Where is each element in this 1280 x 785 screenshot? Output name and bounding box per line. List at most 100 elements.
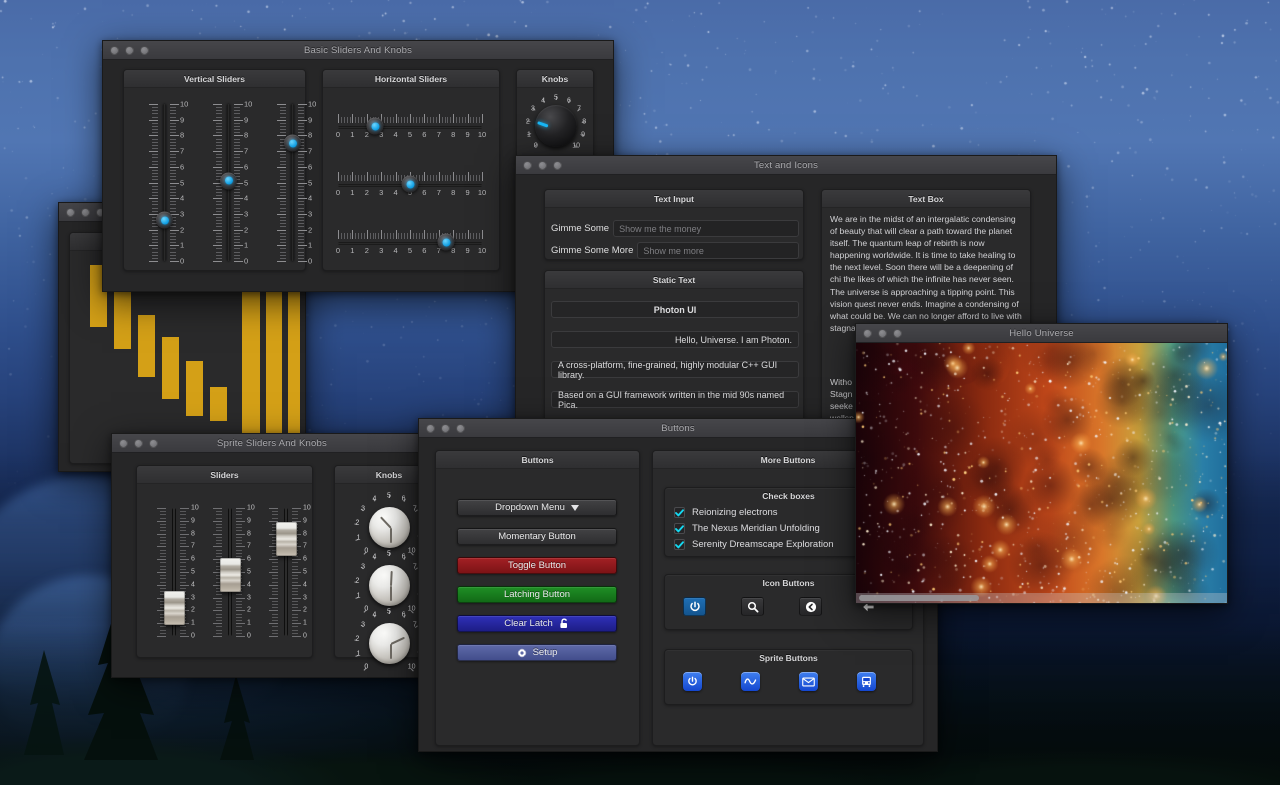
zoom-button[interactable]: [140, 46, 149, 55]
panel-title-vertical-sliders: Vertical Sliders: [124, 70, 305, 88]
minimize-button[interactable]: [538, 161, 547, 170]
check-box-row[interactable]: Serenity Dreamscape Exploration: [674, 539, 834, 550]
sprite-slider[interactable]: 10 9 8 7 6 5 4 3 2 1 0: [151, 505, 205, 640]
sprite-button-bus[interactable]: [857, 672, 876, 691]
static-text-line[interactable]: Hello, Universe. I am Photon.: [551, 331, 799, 348]
slider-tick: [152, 154, 158, 156]
static-text-line[interactable]: Based on a GUI framework written in the …: [551, 390, 799, 410]
titlebar-sprite-sliders[interactable]: Sprite Sliders And Knobs: [112, 434, 432, 453]
slider-tick: [180, 556, 186, 557]
sprite-knob[interactable]: 012345678910: [353, 609, 425, 677]
window-sprite-sliders[interactable]: Sprite Sliders And Knobs Sliders 10 9 8 7 6 5…: [111, 433, 433, 678]
slider-tick: [381, 230, 383, 239]
horizontal-slider[interactable]: 0 1 2 3 4 5 6 7 8 9 10: [336, 106, 486, 146]
horizontal-slider[interactable]: 0 1 2 3 4 5 6 7 8 9 10: [336, 164, 486, 204]
close-button[interactable]: [523, 161, 532, 170]
button-momentary-button[interactable]: Momentary Button: [457, 528, 617, 545]
window-controls[interactable]: [426, 424, 465, 433]
titlebar-text-and-icons[interactable]: Text and Icons: [516, 156, 1056, 175]
window-controls[interactable]: [863, 329, 902, 338]
slider-thumb[interactable]: [220, 172, 237, 190]
static-text-line[interactable]: A cross-platform, fine-grained, highly m…: [551, 360, 799, 380]
slider-thumb[interactable]: [437, 233, 455, 251]
knob-dial[interactable]: [535, 105, 577, 147]
slider-tick: [180, 533, 189, 535]
window-controls[interactable]: [110, 46, 149, 55]
zoom-button[interactable]: [553, 161, 562, 170]
horizontal-scrollbar-thumb[interactable]: [859, 595, 979, 601]
close-button[interactable]: [863, 329, 872, 338]
slider-thumb[interactable]: [284, 134, 301, 152]
button-clear-latch[interactable]: Clear Latch: [457, 615, 617, 632]
sprite-slider[interactable]: 10 9 8 7 6 5 4 3 2 1 0: [207, 504, 261, 640]
slider-track[interactable]: [338, 126, 482, 129]
slider-thumb[interactable]: [401, 175, 419, 193]
titlebar-basic-sliders[interactable]: Basic Sliders And Knobs: [103, 41, 613, 60]
check-box[interactable]: [674, 507, 685, 518]
knob[interactable]: 0 1 2 3 4 5 6 7 8 9 10: [524, 94, 588, 158]
slider-thumb[interactable]: [220, 557, 241, 592]
close-button[interactable]: [426, 424, 435, 433]
icon-button-left-circle[interactable]: [799, 597, 822, 616]
nebula-image: [856, 343, 1227, 603]
slider-tick: [216, 511, 222, 513]
check-box[interactable]: [674, 523, 685, 534]
sprite-button-mail[interactable]: [799, 672, 818, 691]
slider-tick: [298, 116, 304, 118]
titlebar-hello-universe[interactable]: Hello Universe: [856, 324, 1227, 343]
horizontal-scrollbar-track[interactable]: [856, 593, 1227, 603]
button-toggle-button[interactable]: Toggle Button: [457, 557, 617, 574]
zoom-button[interactable]: [149, 439, 158, 448]
slider-tick: [234, 173, 240, 175]
slider-tick: [415, 117, 417, 123]
slider-track[interactable]: [338, 242, 482, 245]
check-box-row[interactable]: Reionizing electrons: [674, 507, 778, 518]
slider-tick: [180, 636, 189, 637]
slider-tick: [386, 175, 388, 181]
slider-tick-label: 3: [180, 209, 185, 219]
vertical-slider[interactable]: 10 9 8 7 6 5 4 3 2 1 0: [202, 100, 256, 266]
minimize-button[interactable]: [134, 439, 143, 448]
slider-track[interactable]: [291, 104, 294, 261]
minimize-button[interactable]: [441, 424, 450, 433]
input-gimme-some[interactable]: Show me the money: [613, 220, 799, 237]
horizontal-slider[interactable]: 0 1 2 3 4 5 6 7 8 9 10: [336, 222, 486, 262]
text-box-content[interactable]: We are in the midst of an intergalatic c…: [822, 211, 1032, 334]
zoom-button[interactable]: [456, 424, 465, 433]
window-hello-universe[interactable]: Hello Universe: [855, 323, 1228, 604]
vertical-slider[interactable]: 10 9 8 7 6 5 4 3 2 1 0: [266, 100, 320, 266]
window-controls[interactable]: [119, 439, 158, 448]
close-button[interactable]: [119, 439, 128, 448]
slider-thumb[interactable]: [156, 211, 173, 229]
slider-thumb[interactable]: [276, 521, 297, 556]
slider-track[interactable]: [163, 104, 166, 261]
minimize-button[interactable]: [81, 208, 90, 217]
button-latching-button[interactable]: Latching Button: [457, 586, 617, 603]
zoom-button[interactable]: [893, 329, 902, 338]
knob-tick-label: 1: [356, 592, 361, 600]
vertical-slider[interactable]: 10 9 8 7 6 5 4 3 2 1 0: [138, 100, 192, 266]
sprite-slider[interactable]: 10 9 8 7 6 5 4 3 2 1 0: [263, 505, 317, 640]
sprite-button-wave[interactable]: [741, 672, 760, 691]
icon-button-power[interactable]: [683, 597, 706, 616]
check-box-row[interactable]: The Nexus Meridian Unfolding: [674, 523, 820, 534]
icon-button-search[interactable]: [741, 597, 764, 616]
slider-thumb[interactable]: [164, 590, 185, 625]
window-controls[interactable]: [523, 161, 562, 170]
sprite-button-power[interactable]: [683, 672, 702, 691]
window-controls[interactable]: [66, 208, 105, 217]
minimize-button[interactable]: [125, 46, 134, 55]
close-button[interactable]: [110, 46, 119, 55]
close-button[interactable]: [66, 208, 75, 217]
check-box[interactable]: [674, 539, 685, 550]
button-setup[interactable]: Setup: [457, 644, 617, 661]
slider-thumb[interactable]: [366, 117, 384, 135]
minimize-button[interactable]: [878, 329, 887, 338]
input-gimme-some-more[interactable]: Show me more: [637, 242, 799, 259]
button-dropdown-menu[interactable]: Dropdown Menu: [457, 499, 617, 516]
knob-dial[interactable]: [369, 623, 410, 664]
static-text-line[interactable]: Photon UI: [551, 301, 799, 318]
slider-tick: [152, 141, 158, 143]
slider-tick-label: 10: [247, 504, 255, 512]
field-row-gimme-some: Gimme Some Show me the money: [551, 220, 799, 237]
